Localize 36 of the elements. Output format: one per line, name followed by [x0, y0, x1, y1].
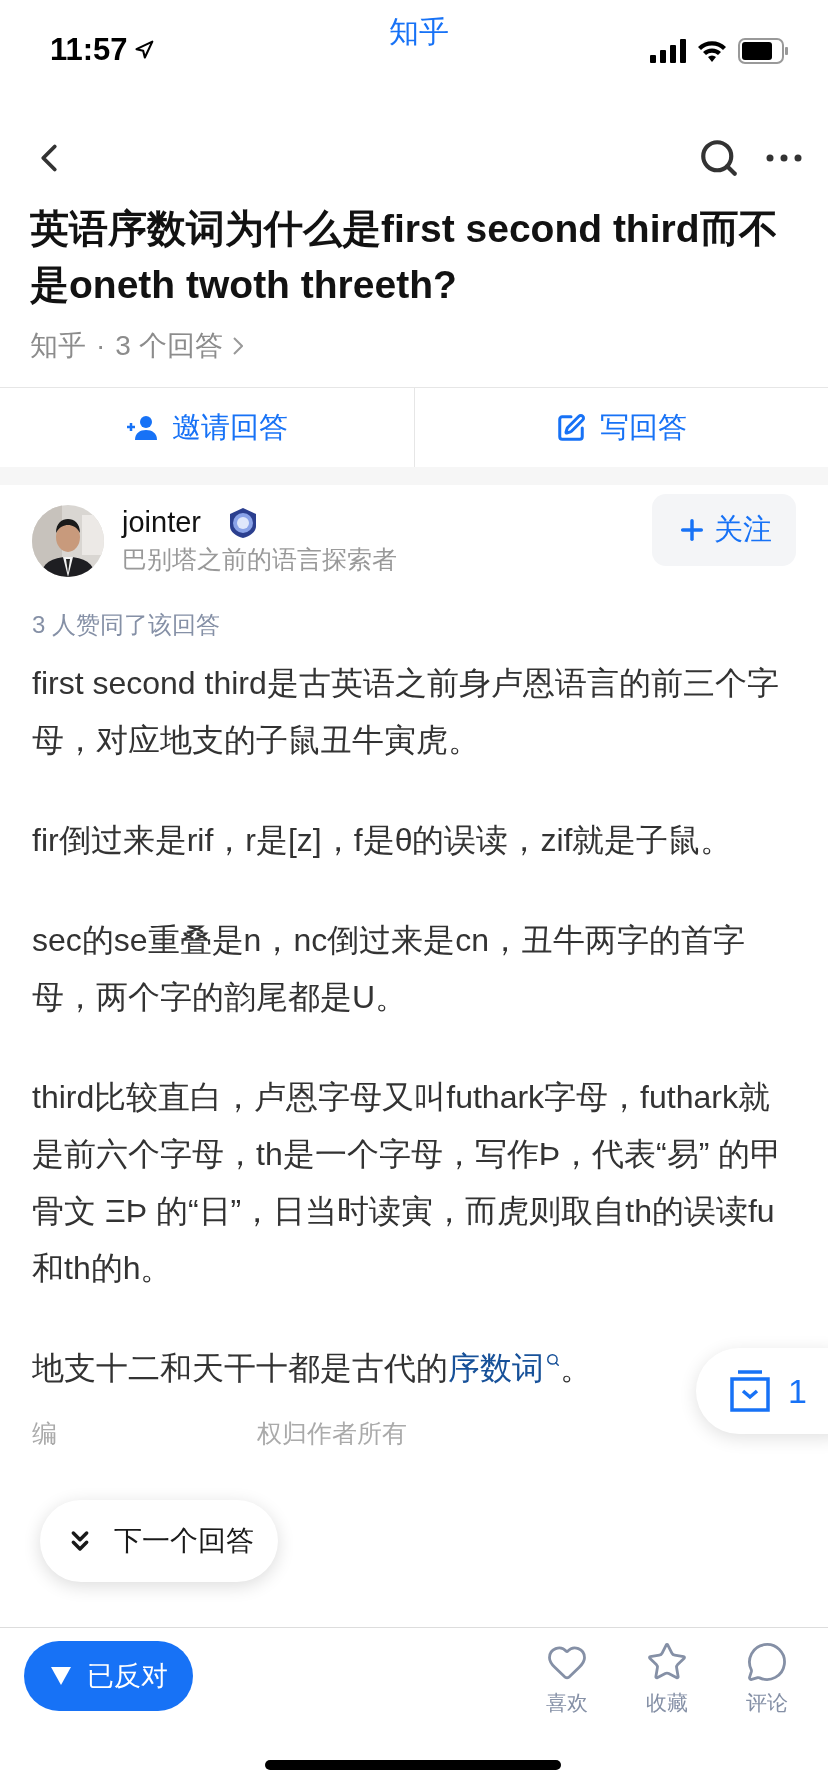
question-title: 英语序数词为什么是first second third而不是oneth twoth threeth? — [30, 206, 779, 308]
author-bio: 巴别塔之前的语言探索者 — [122, 544, 398, 575]
answer-paragraph: first second third是古英语之前身卢恩语言的前三个字母，对应地支的子鼠丑牛寅虎。 — [32, 664, 780, 760]
like-button[interactable]: 喜欢 — [536, 1641, 598, 1717]
more-icon — [766, 153, 802, 162]
comment-button[interactable]: 评论 — [736, 1641, 798, 1717]
answer-paragraph: third比较直白，卢恩字母又叫futhark字母，futhark就是前六个字母，th是一个字母，写作Þ，代表“易” 的甲骨文 ΞÞ 的“日”，日当时读寅，而虎则取自th的误读fu和th的h。 — [32, 1078, 784, 1288]
chevron-right-icon — [232, 337, 243, 355]
battery-icon — [738, 38, 788, 64]
separator-dot: · — [96, 330, 106, 362]
triangle-down-icon — [49, 1665, 73, 1687]
wifi-icon — [696, 39, 728, 63]
collection-button[interactable]: 1 — [696, 1348, 828, 1434]
answer-paragraph: fir倒过来是rif，r是[z]，f是θ的误读，zif就是子鼠。 — [32, 821, 734, 860]
author-name[interactable]: jointer — [122, 506, 201, 539]
speech-bubble-icon — [746, 1641, 788, 1683]
add-person-icon — [126, 413, 158, 442]
status-time: 11:57 — [50, 32, 128, 68]
edit-icon — [556, 412, 586, 443]
search-icon — [546, 1353, 560, 1368]
term-link[interactable]: 序数词 — [448, 1350, 560, 1386]
follow-button[interactable]: 关注 — [652, 494, 796, 566]
collection-box-icon — [730, 1370, 770, 1412]
badge-icon — [227, 506, 259, 539]
copyright-note: 编 — [32, 1418, 57, 1449]
app-name: 知乎 — [389, 14, 449, 50]
signal-icon — [650, 39, 686, 63]
copyright-note: 权归作者所有 — [257, 1418, 407, 1449]
vote-count: 3 人赞同了该回答 — [32, 610, 221, 640]
next-answer-button[interactable]: 下一个回答 — [40, 1500, 278, 1582]
collect-button[interactable]: 收藏 — [636, 1641, 698, 1717]
oppose-button[interactable]: 已反对 — [24, 1641, 193, 1711]
answer-count-link[interactable]: 3 个回答 — [115, 327, 223, 365]
answer-paragraph: sec的se重叠是n，nc倒过来是cn，丑牛两字的首字母，两个字的韵尾都是U。 — [32, 921, 746, 1017]
source-label: 知乎 — [30, 329, 86, 363]
location-arrow-icon — [133, 40, 154, 60]
